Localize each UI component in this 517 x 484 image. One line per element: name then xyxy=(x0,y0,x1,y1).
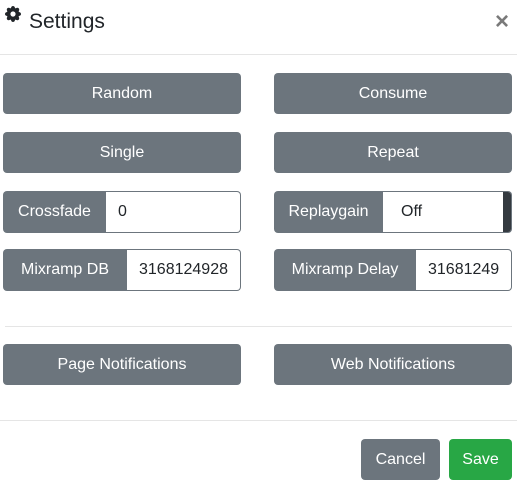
close-icon[interactable]: × xyxy=(495,10,509,34)
crossfade-group: Crossfade xyxy=(3,191,241,233)
save-button[interactable]: Save xyxy=(449,439,512,480)
replaygain-label: Replaygain xyxy=(274,191,383,233)
settings-modal: Settings × Random Consume Single Repeat … xyxy=(0,0,517,484)
mixramp-db-label: Mixramp DB xyxy=(3,249,127,291)
replaygain-value: Off xyxy=(401,203,423,220)
single-button[interactable]: Single xyxy=(3,132,241,173)
mixramp-db-group: Mixramp DB xyxy=(3,249,241,291)
repeat-button[interactable]: Repeat xyxy=(274,132,512,173)
page-title: Settings xyxy=(29,10,105,33)
mixramp-delay-input[interactable] xyxy=(416,249,512,291)
web-notifications-button[interactable]: Web Notifications xyxy=(274,344,512,385)
mixramp-delay-group: Mixramp Delay xyxy=(274,249,512,291)
crossfade-label: Crossfade xyxy=(3,191,106,233)
cancel-button[interactable]: Cancel xyxy=(361,439,440,480)
replaygain-select[interactable]: Off xyxy=(383,191,512,233)
modal-footer-divider xyxy=(0,420,517,421)
select-scrollbar[interactable] xyxy=(503,192,511,232)
modal-header: Settings × xyxy=(0,0,517,55)
crossfade-input[interactable] xyxy=(106,191,241,233)
page-notifications-button[interactable]: Page Notifications xyxy=(3,344,241,385)
replaygain-group: Replaygain Off xyxy=(274,191,512,233)
gear-icon xyxy=(5,6,21,22)
mixramp-delay-label: Mixramp Delay xyxy=(274,249,416,291)
section-divider xyxy=(5,326,512,327)
mixramp-db-input[interactable] xyxy=(127,249,241,291)
consume-button[interactable]: Consume xyxy=(274,73,512,114)
random-button[interactable]: Random xyxy=(3,73,241,114)
